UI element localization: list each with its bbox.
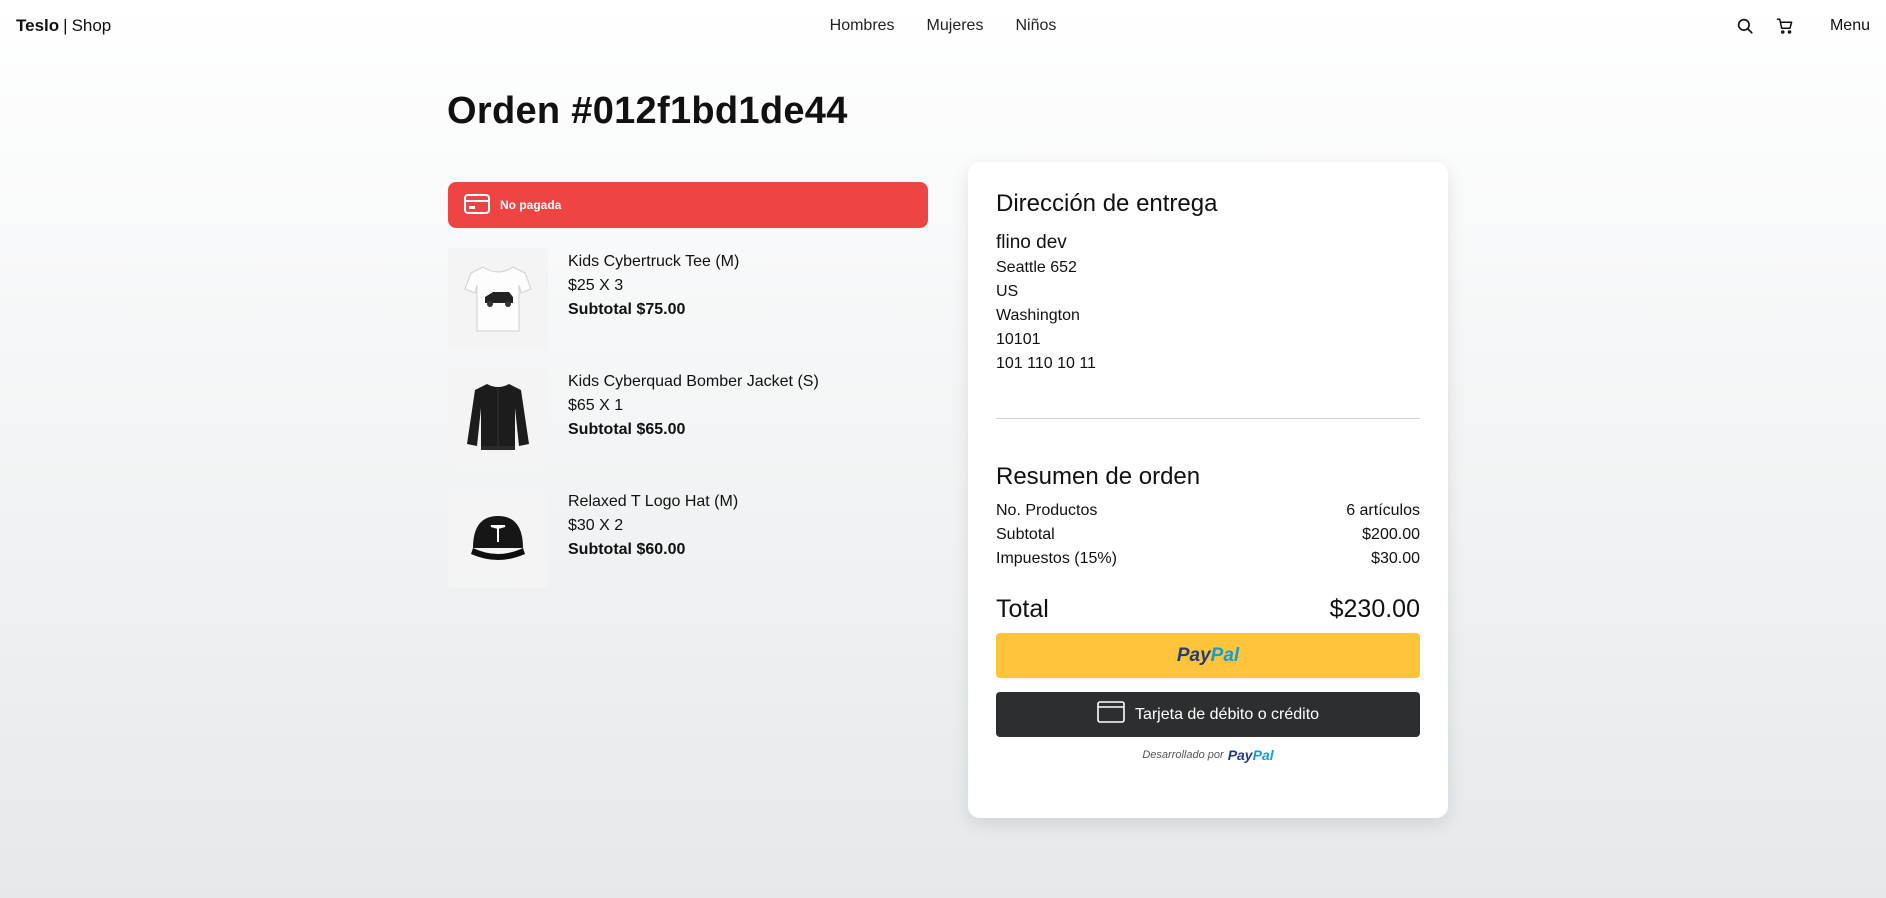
address-line1: Seattle 652 <box>996 259 1077 276</box>
product-image-jacket <box>448 368 548 468</box>
summary-heading: Resumen de orden <box>996 463 1201 490</box>
nav-links: Hombres Mujeres Niños <box>830 0 1057 52</box>
address-country: US <box>996 283 1019 300</box>
brand-sub: Shop <box>71 16 112 35</box>
subtotal-value: $200.00 <box>1362 526 1420 543</box>
item-subtotal: Subtotal $60.00 <box>568 541 686 558</box>
nav-link-ninos[interactable]: Niños <box>1015 17 1056 35</box>
item-price-qty: $25 X 3 <box>568 277 624 294</box>
credit-card-icon <box>464 193 490 217</box>
total-value: $230.00 <box>1329 595 1420 623</box>
address-zip: 10101 <box>996 331 1041 348</box>
address-state: Washington <box>996 307 1080 324</box>
brand-logo[interactable]: Teslo | Shop <box>16 16 111 36</box>
products-label: No. Productos <box>996 502 1098 519</box>
address-name: flino dev <box>996 232 1067 253</box>
paypal-logo-pal: Pal <box>1210 644 1240 666</box>
menu-button[interactable]: Menu <box>1830 17 1870 35</box>
tax-value: $30.00 <box>1371 550 1420 567</box>
item-subtotal: Subtotal $75.00 <box>568 301 686 318</box>
subtotal-label: Subtotal <box>996 526 1055 543</box>
navbar: Teslo | Shop Hombres Mujeres Niños Menu <box>0 0 1886 52</box>
list-item: Kids Cybertruck Tee (M) $25 X 3 Subtotal… <box>448 248 928 348</box>
order-summary-card: Dirección de entrega flino dev Seattle 6… <box>968 162 1448 818</box>
nav-link-mujeres[interactable]: Mujeres <box>927 17 984 35</box>
item-price-qty: $30 X 2 <box>568 517 624 534</box>
credit-card-icon <box>1097 701 1125 728</box>
search-icon[interactable] <box>1734 15 1756 37</box>
page-title: Orden #012f1bd1de44 <box>447 90 848 132</box>
item-name: Relaxed T Logo Hat (M) <box>568 493 739 510</box>
paypal-wordmark: PayPal <box>1227 747 1274 763</box>
item-name: Kids Cybertruck Tee (M) <box>568 253 740 270</box>
summary-row-subtotal: Subtotal $200.00 <box>996 523 1420 547</box>
nav-actions: Menu <box>1734 15 1870 37</box>
tax-label: Impuestos (15%) <box>996 550 1117 567</box>
products-value: 6 artículos <box>1346 502 1420 519</box>
list-item: Kids Cyberquad Bomber Jacket (S) $65 X 1… <box>448 368 928 468</box>
summary-row-tax: Impuestos (15%) $30.00 <box>996 547 1420 571</box>
order-items-list: Kids Cybertruck Tee (M) $25 X 3 Subtotal… <box>448 248 928 608</box>
item-subtotal: Subtotal $65.00 <box>568 421 686 438</box>
nav-link-hombres[interactable]: Hombres <box>830 17 895 35</box>
status-label: No pagada <box>500 198 562 212</box>
product-image-hat <box>448 488 548 588</box>
total-label: Total <box>996 595 1049 623</box>
card-button-label: Tarjeta de débito o crédito <box>1134 705 1320 723</box>
paypal-button[interactable]: Pay Pal <box>996 633 1420 678</box>
powered-by-label: Desarrollado por <box>1142 749 1224 761</box>
list-item: Relaxed T Logo Hat (M) $30 X 2 Subtotal … <box>448 488 928 588</box>
product-image-tee <box>448 248 548 348</box>
divider <box>996 418 1420 419</box>
payment-status-badge: No pagada <box>448 182 928 228</box>
address-phone: 101 110 10 11 <box>996 355 1096 372</box>
address-heading: Dirección de entrega <box>996 190 1218 217</box>
card-payment-button[interactable]: Tarjeta de débito o crédito <box>996 692 1420 737</box>
powered-by: Desarrollado por PayPal <box>996 747 1420 763</box>
summary-row-total: Total $230.00 <box>996 593 1420 625</box>
summary-row-products: No. Productos 6 artículos <box>996 499 1420 523</box>
item-price-qty: $65 X 1 <box>568 397 624 414</box>
cart-icon[interactable] <box>1774 15 1796 37</box>
item-name: Kids Cyberquad Bomber Jacket (S) <box>568 373 819 390</box>
brand-separator: | <box>63 16 68 35</box>
paypal-logo-pay: Pay <box>1176 644 1211 666</box>
brand-main: Teslo <box>16 16 60 35</box>
